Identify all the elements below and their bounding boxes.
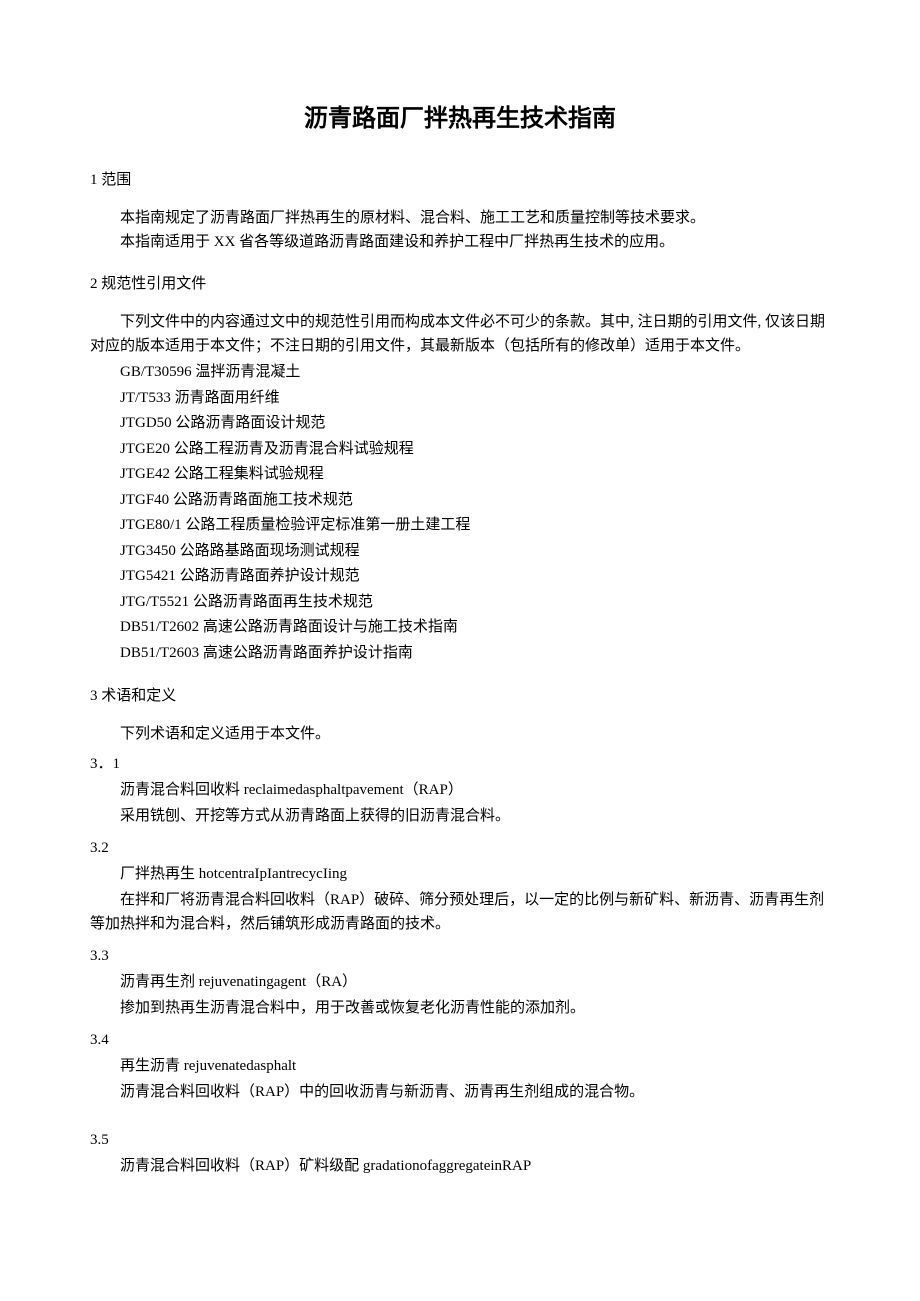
section-3-heading: 3 术语和定义 <box>90 684 830 708</box>
def-3-1-term: 沥青混合料回收料 reclaimedasphaltpavement（RAP） <box>90 778 830 802</box>
reference-item: JTGF40 公路沥青路面施工技术规范 <box>90 488 830 514</box>
def-3-4-number: 3.4 <box>90 1028 830 1052</box>
def-3-2-number: 3.2 <box>90 836 830 860</box>
def-3-1-desc: 采用铣刨、开挖等方式从沥青路面上获得的旧沥青混合料。 <box>90 804 830 828</box>
def-3-3-number: 3.3 <box>90 944 830 968</box>
reference-item: JTGD50 公路沥青路面设计规范 <box>90 411 830 437</box>
section-2-p1: 下列文件中的内容通过文中的规范性引用而构成本文件必不可少的条款。其中, 注日期的… <box>90 310 830 358</box>
def-3-4-term: 再生沥青 rejuvenatedasphalt <box>90 1054 830 1078</box>
def-3-2-term: 厂拌热再生 hotcentraIpIantrecycIing <box>90 862 830 886</box>
reference-item: GB/T30596 温拌沥青混凝土 <box>90 360 830 386</box>
reference-list: GB/T30596 温拌沥青混凝土 JT/T533 沥青路面用纤维 JTGD50… <box>90 360 830 666</box>
reference-item: JTGE42 公路工程集料试验规程 <box>90 462 830 488</box>
reference-item: JTGE80/1 公路工程质量检验评定标准第一册土建工程 <box>90 513 830 539</box>
reference-item: JTGE20 公路工程沥青及沥青混合料试验规程 <box>90 437 830 463</box>
reference-item: JTG5421 公路沥青路面养护设计规范 <box>90 564 830 590</box>
def-3-5-term: 沥青混合料回收料（RAP）矿料级配 gradationofaggregatein… <box>90 1154 830 1178</box>
document-title: 沥青路面厂拌热再生技术指南 <box>90 100 830 138</box>
def-3-3-desc: 掺加到热再生沥青混合料中，用于改善或恢复老化沥青性能的添加剂。 <box>90 996 830 1020</box>
section-1-heading: 1 范围 <box>90 168 830 192</box>
section-1-p1: 本指南规定了沥青路面厂拌热再生的原材料、混合料、施工工艺和质量控制等技术要求。 <box>90 206 830 230</box>
def-3-1-number: 3．1 <box>90 752 830 776</box>
reference-item: JT/T533 沥青路面用纤维 <box>90 386 830 412</box>
section-3-intro: 下列术语和定义适用于本文件。 <box>90 722 830 746</box>
reference-item: JTG3450 公路路基路面现场测试规程 <box>90 539 830 565</box>
def-3-4-desc: 沥青混合料回收料（RAP）中的回收沥青与新沥青、沥青再生剂组成的混合物。 <box>90 1080 830 1104</box>
def-3-3-term: 沥青再生剂 rejuvenatingagent（RA） <box>90 970 830 994</box>
def-3-5-number: 3.5 <box>90 1128 830 1152</box>
reference-item: JTG/T5521 公路沥青路面再生技术规范 <box>90 590 830 616</box>
section-2-heading: 2 规范性引用文件 <box>90 272 830 296</box>
reference-item: DB51/T2603 高速公路沥青路面养护设计指南 <box>90 641 830 667</box>
reference-item: DB51/T2602 高速公路沥青路面设计与施工技术指南 <box>90 615 830 641</box>
def-3-2-desc: 在拌和厂将沥青混合料回收料（RAP）破碎、筛分预处理后，以一定的比例与新矿料、新… <box>90 888 830 936</box>
section-1-p2: 本指南适用于 XX 省各等级道路沥青路面建设和养护工程中厂拌热再生技术的应用。 <box>90 230 830 254</box>
